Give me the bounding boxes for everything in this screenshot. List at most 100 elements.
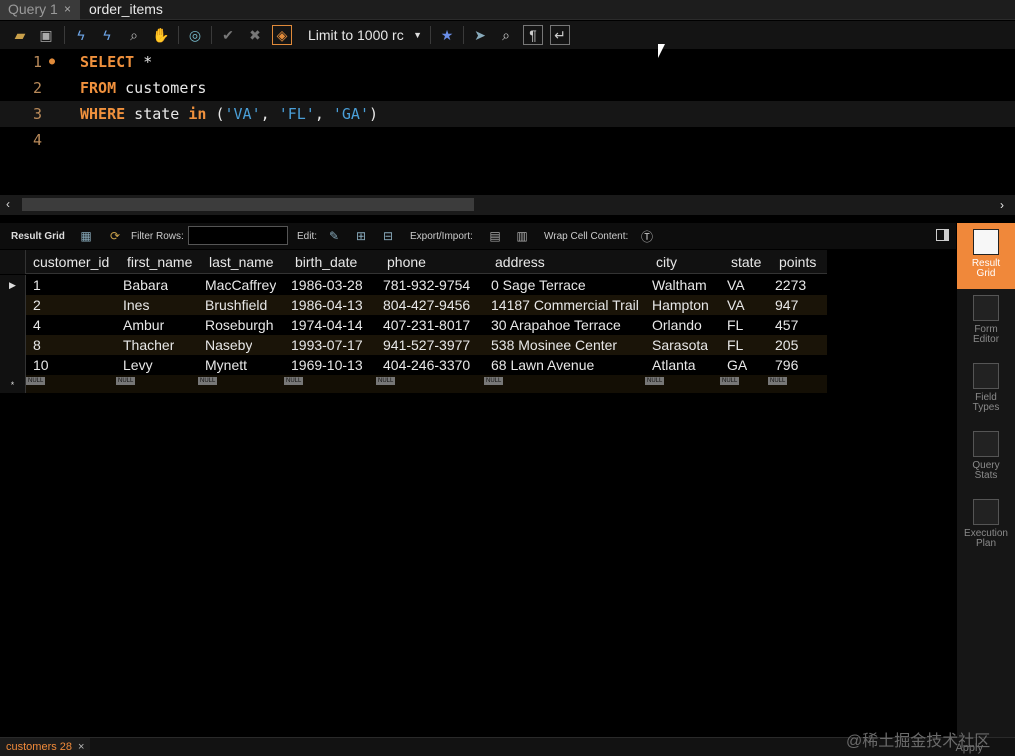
column-header[interactable]: state <box>731 250 761 274</box>
save-icon[interactable]: ▣ <box>36 25 56 45</box>
side-field-types[interactable]: Field Types <box>957 363 1015 423</box>
table-row[interactable]: 4 Ambur Roseburgh 1974-04-14 407-231-8017 30 … <box>0 315 827 335</box>
row-header[interactable] <box>0 315 26 335</box>
editor-horizontal-scrollbar[interactable]: ‹ <box>0 195 1015 215</box>
commit-icon[interactable]: ✔ <box>218 25 238 45</box>
table-cell[interactable]: MacCaffrey <box>205 275 276 295</box>
table-cell[interactable]: Thacher <box>123 335 174 355</box>
column-header[interactable]: city <box>656 250 677 274</box>
table-cell[interactable]: 8 <box>33 335 41 355</box>
table-cell[interactable]: 10 <box>33 355 49 375</box>
table-cell[interactable]: Naseby <box>205 335 252 355</box>
filter-rows-input[interactable] <box>188 226 288 245</box>
table-cell[interactable]: Ambur <box>123 315 164 335</box>
invisible-chars-icon[interactable]: ¶ <box>523 25 543 45</box>
send-icon[interactable]: ➤ <box>470 25 490 45</box>
table-cell[interactable]: 1993-07-17 <box>291 335 363 355</box>
close-icon[interactable]: × <box>64 0 71 19</box>
table-cell[interactable]: Levy <box>123 355 153 375</box>
add-row-icon[interactable]: ⊞ <box>352 227 370 245</box>
scroll-left-icon[interactable]: ‹ <box>6 197 10 211</box>
execute-current-icon[interactable]: ϟ <box>97 25 117 45</box>
explain-icon[interactable]: ⌕ <box>124 25 144 45</box>
table-cell[interactable]: Roseburgh <box>205 315 274 335</box>
side-form-editor[interactable]: Form Editor <box>957 295 1015 355</box>
scroll-right-icon[interactable]: › <box>1000 198 1004 212</box>
wrap-cell-icon[interactable]: Ⓣ <box>638 227 656 245</box>
refresh-icon[interactable]: ⟳ <box>106 227 124 245</box>
close-icon[interactable]: × <box>78 741 84 753</box>
execute-icon[interactable]: ϟ <box>71 25 91 45</box>
table-cell[interactable]: 804-427-9456 <box>383 295 470 315</box>
column-header[interactable]: address <box>495 250 545 274</box>
toggle-side-panel-icon[interactable] <box>936 229 949 241</box>
table-cell[interactable]: 1 <box>33 275 41 295</box>
find-icon[interactable]: ⌕ <box>496 25 516 45</box>
stop-icon[interactable]: ✋ <box>151 25 171 45</box>
table-cell[interactable]: Brushfield <box>205 295 267 315</box>
table-row[interactable]: 10 Levy Mynett 1969-10-13 404-246-3370 68 Law… <box>0 355 827 375</box>
table-cell[interactable]: Hampton <box>652 295 709 315</box>
table-row[interactable]: 8 Thacher Naseby 1993-07-17 941-527-3977 538 … <box>0 335 827 355</box>
table-cell[interactable]: 2273 <box>775 275 806 295</box>
delete-row-icon[interactable]: ⊟ <box>379 227 397 245</box>
open-folder-icon[interactable]: ▰ <box>10 25 30 45</box>
toggle-autocommit-icon[interactable]: ◎ <box>185 25 205 45</box>
table-cell[interactable]: Ines <box>123 295 149 315</box>
table-cell[interactable]: 68 Lawn Avenue <box>491 355 594 375</box>
table-cell[interactable]: Babara <box>123 275 168 295</box>
grid-icon[interactable]: ▦ <box>77 227 95 245</box>
table-cell[interactable]: Mynett <box>205 355 247 375</box>
toggle-error-icon[interactable]: ◈ <box>272 25 292 45</box>
table-cell[interactable]: 4 <box>33 315 41 335</box>
column-header[interactable]: phone <box>387 250 426 274</box>
table-cell[interactable]: FL <box>727 335 743 355</box>
side-query-stats[interactable]: Query Stats <box>957 431 1015 491</box>
side-result-grid[interactable]: Result Grid <box>957 223 1015 289</box>
table-row[interactable]: ▶ 1 Babara MacCaffrey 1986-03-28 781-932-9754… <box>0 275 827 295</box>
row-header[interactable]: * <box>0 375 26 393</box>
import-icon[interactable]: ▥ <box>513 227 531 245</box>
row-header[interactable] <box>0 335 26 355</box>
table-cell[interactable]: Atlanta <box>652 355 696 375</box>
table-cell[interactable]: 205 <box>775 335 798 355</box>
column-header[interactable]: points <box>779 250 816 274</box>
side-execution-plan[interactable]: Execution Plan <box>957 499 1015 559</box>
table-cell[interactable]: 941-527-3977 <box>383 335 470 355</box>
limit-rows-select[interactable]: Limit to 1000 rc ▼ <box>302 25 426 45</box>
wrap-icon[interactable]: ↵ <box>550 25 570 45</box>
table-cell[interactable]: 1986-04-13 <box>291 295 363 315</box>
table-cell[interactable]: 30 Arapahoe Terrace <box>491 315 621 335</box>
table-cell[interactable]: 457 <box>775 315 798 335</box>
column-header[interactable]: customer_id <box>33 250 109 274</box>
table-cell[interactable]: 947 <box>775 295 798 315</box>
table-cell[interactable]: 407-231-8017 <box>383 315 470 335</box>
new-row[interactable]: * NULL NULL NULL NULL NULL NULL NULL NULL NULL <box>0 375 827 393</box>
table-cell[interactable]: 0 Sage Terrace <box>491 275 586 295</box>
table-cell[interactable]: 1986-03-28 <box>291 275 363 295</box>
table-row[interactable]: 2 Ines Brushfield 1986-04-13 804-427-9456 141… <box>0 295 827 315</box>
table-cell[interactable]: Waltham <box>652 275 707 295</box>
tab-order-items[interactable]: order_items <box>81 0 171 20</box>
table-cell[interactable]: GA <box>727 355 747 375</box>
table-cell[interactable]: 796 <box>775 355 798 375</box>
table-cell[interactable]: Sarasota <box>652 335 708 355</box>
column-header[interactable]: first_name <box>127 250 192 274</box>
table-cell[interactable]: FL <box>727 315 743 335</box>
table-cell[interactable]: 1969-10-13 <box>291 355 363 375</box>
tab-query-1[interactable]: Query 1 × <box>0 0 80 20</box>
table-cell[interactable]: VA <box>727 275 745 295</box>
table-cell[interactable]: 538 Mosinee Center <box>491 335 617 355</box>
sql-editor[interactable]: 1 ● SELECT * 2 FROM customers 3 WHERE st… <box>0 49 1015 195</box>
table-cell[interactable]: 2 <box>33 295 41 315</box>
table-cell[interactable]: 781-932-9754 <box>383 275 470 295</box>
table-cell[interactable]: VA <box>727 295 745 315</box>
table-cell[interactable]: Orlando <box>652 315 702 335</box>
table-cell[interactable]: 1974-04-14 <box>291 315 363 335</box>
rollback-icon[interactable]: ✖ <box>245 25 265 45</box>
column-header[interactable]: last_name <box>209 250 274 274</box>
scrollbar-thumb[interactable] <box>22 198 474 211</box>
export-icon[interactable]: ▤ <box>486 227 504 245</box>
row-header[interactable] <box>0 295 26 315</box>
result-tab-customers[interactable]: customers 28 × <box>0 738 91 756</box>
